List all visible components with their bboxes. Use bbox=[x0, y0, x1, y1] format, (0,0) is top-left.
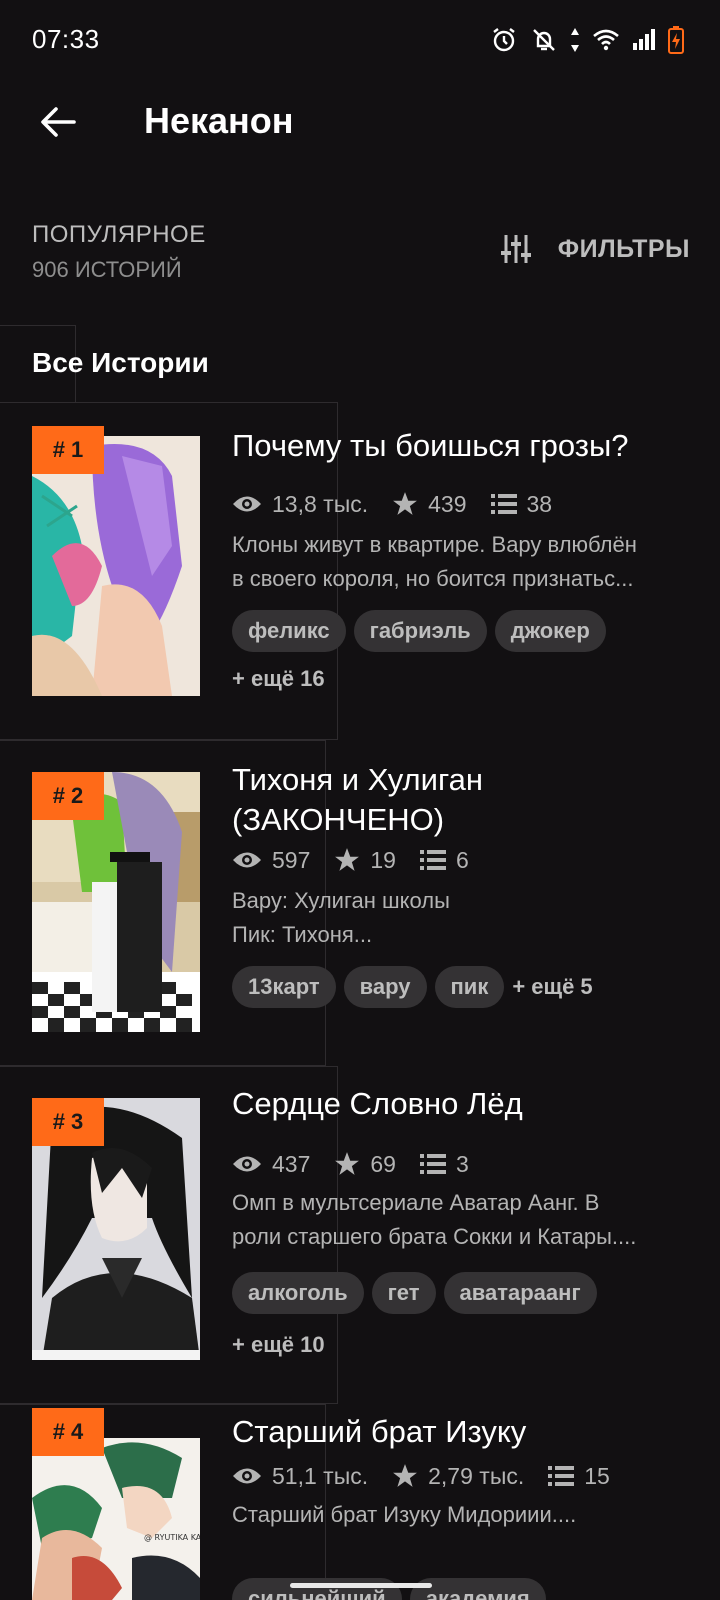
tag-list: алкоголь гет аватарaанг bbox=[232, 1272, 605, 1314]
views-count: 13,8 тыс. bbox=[272, 490, 369, 517]
views-count: 597 bbox=[272, 846, 311, 873]
status-icons bbox=[490, 24, 684, 56]
rank-badge: # 4 bbox=[32, 1408, 104, 1456]
sort-selector[interactable]: ПОПУЛЯРНОЕ bbox=[32, 221, 206, 249]
story-cover: @ RYUTIKA KAMILSOMEN bbox=[32, 1438, 200, 1600]
star-icon bbox=[335, 848, 360, 871]
status-bar: 07:33 bbox=[0, 0, 720, 80]
chapters-list-icon bbox=[548, 1466, 575, 1486]
story-count: 906 ИСТОРИЙ bbox=[32, 257, 182, 282]
stars-count: 69 bbox=[370, 1150, 396, 1177]
tag-chip[interactable]: джокер bbox=[494, 610, 606, 652]
star-icon bbox=[335, 1152, 360, 1175]
more-tags-link[interactable]: + ещё 5 bbox=[512, 974, 592, 1000]
chapters-list-icon bbox=[419, 1154, 446, 1174]
tag-chip[interactable]: вару bbox=[343, 966, 427, 1008]
stars-count: 2,79 тыс. bbox=[428, 1462, 525, 1489]
home-indicator[interactable] bbox=[290, 1583, 432, 1588]
tag-chip[interactable]: академия bbox=[409, 1578, 546, 1600]
tag-chip[interactable]: сильнейший bbox=[232, 1578, 402, 1600]
svg-text:@ RYUTIKA KAMILSOMEN: @ RYUTIKA KAMILSOMEN bbox=[144, 1533, 200, 1542]
tag-chip[interactable]: алкоголь bbox=[232, 1272, 364, 1314]
story-cover bbox=[32, 436, 200, 696]
data-arrows-icon bbox=[571, 28, 579, 52]
eye-icon bbox=[233, 496, 261, 512]
story-stats: 597 19 6 bbox=[232, 844, 493, 876]
tag-list: 13карт вару пик + ещё 5 bbox=[232, 966, 593, 1008]
story-description: Клоны живут в квартире. Вару влюблён в с… bbox=[232, 532, 637, 591]
eye-icon bbox=[233, 1156, 261, 1172]
wifi-icon bbox=[593, 29, 619, 51]
chapters-list-icon bbox=[419, 850, 446, 870]
page-title: Неканон bbox=[144, 100, 294, 141]
tag-chip[interactable]: аватарaанг bbox=[443, 1272, 597, 1314]
story-title: Тихоня и Хулиган (ЗАКОНЧЕНО) bbox=[232, 762, 483, 837]
back-button[interactable] bbox=[30, 94, 86, 150]
bell-off-icon bbox=[533, 29, 555, 51]
story-card[interactable]: # 1 Почему ты боишься грозы? 13,8 тыс. 4… bbox=[0, 402, 720, 740]
story-card[interactable]: # 2 Тихоня и Хулиган (ЗАКОНЧЕНО) 597 19 … bbox=[0, 740, 720, 1066]
story-description: Старший брат Изуку Мидориии.... bbox=[232, 1502, 577, 1527]
tag-chip[interactable]: пик bbox=[434, 966, 505, 1008]
views-count: 51,1 тыс. bbox=[272, 1462, 369, 1489]
more-tags-link[interactable]: + ещё 10 bbox=[232, 1332, 325, 1358]
section-title: Все Истории bbox=[32, 347, 209, 378]
story-title: Сердце Словно Лёд bbox=[232, 1086, 523, 1121]
stars-count: 19 bbox=[370, 846, 396, 873]
story-stats: 437 69 3 bbox=[232, 1148, 493, 1180]
tag-chip[interactable]: 13карт bbox=[232, 966, 336, 1008]
chapters-count: 3 bbox=[455, 1150, 469, 1177]
story-card[interactable]: @ RYUTIKA KAMILSOMEN # 4 Старший брат Из… bbox=[0, 1404, 720, 1600]
filter-label: ФИЛЬТРЫ bbox=[557, 234, 690, 263]
star-icon bbox=[393, 1464, 418, 1487]
tag-list: феликс габриэль джокер bbox=[232, 610, 614, 652]
status-time: 07:33 bbox=[32, 24, 100, 54]
chapters-count: 6 bbox=[455, 846, 469, 873]
chapters-count: 38 bbox=[526, 490, 553, 517]
filter-button[interactable]: ФИЛЬТРЫ bbox=[500, 233, 690, 265]
story-title: Старший брат Изуку bbox=[232, 1414, 527, 1449]
battery-charging-icon bbox=[668, 26, 684, 54]
arrow-left-icon bbox=[41, 107, 76, 137]
sort-row: ПОПУЛЯРНОЕ 906 ИСТОРИЙ ФИЛЬТРЫ bbox=[0, 205, 720, 295]
eye-icon bbox=[233, 852, 261, 868]
rank-badge: # 2 bbox=[32, 772, 104, 820]
rank-badge: # 1 bbox=[32, 426, 104, 474]
story-stats: 51,1 тыс. 2,79 тыс. 15 bbox=[232, 1460, 634, 1492]
more-tags-link[interactable]: + ещё 16 bbox=[232, 666, 325, 692]
alarm-icon bbox=[493, 28, 515, 52]
tag-chip[interactable]: гет bbox=[371, 1272, 436, 1314]
rank-badge: # 3 bbox=[32, 1098, 104, 1146]
star-icon bbox=[393, 492, 418, 515]
story-title: Почему ты боишься грозы? bbox=[232, 428, 629, 463]
views-count: 437 bbox=[272, 1150, 311, 1177]
tag-chip[interactable]: габриэль bbox=[353, 610, 487, 652]
story-card[interactable]: # 3 Сердце Словно Лёд 437 69 3 Омп в мул… bbox=[0, 1066, 720, 1404]
signal-icon bbox=[633, 29, 655, 50]
story-description: Вару: Хулиган школы Пик: Тихоня... bbox=[232, 888, 450, 947]
tag-list: сильнейший академия bbox=[232, 1578, 554, 1600]
sliders-icon bbox=[500, 235, 531, 263]
chapters-count: 15 bbox=[584, 1462, 610, 1489]
eye-icon bbox=[233, 1468, 261, 1484]
chapters-list-icon bbox=[490, 494, 517, 514]
tag-chip[interactable]: феликс bbox=[232, 610, 346, 652]
app-bar: Неканон bbox=[0, 80, 720, 166]
stars-count: 439 bbox=[428, 490, 467, 517]
story-description: Омп в мультсериале Аватар Аанг. В роли с… bbox=[232, 1190, 637, 1249]
story-stats: 13,8 тыс. 439 38 bbox=[232, 488, 576, 520]
